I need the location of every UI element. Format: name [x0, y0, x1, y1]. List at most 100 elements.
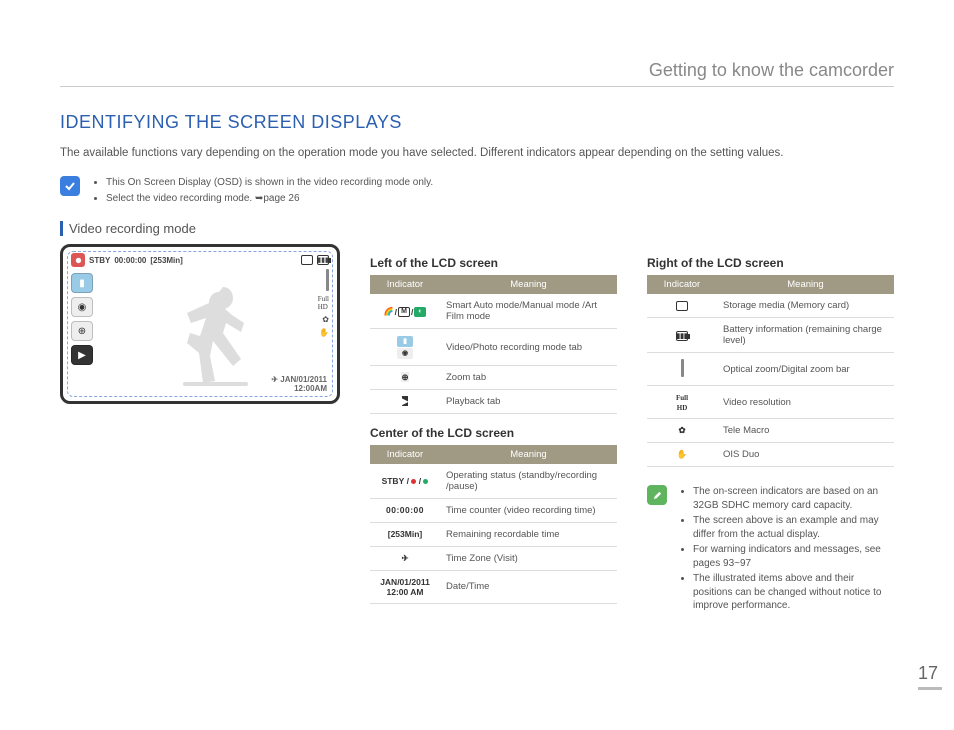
bottom-note-list: The on-screen indicators are based on an… [677, 485, 894, 615]
zoom-bar-icon [326, 269, 329, 291]
osd-left-tabs: ▮ ◉ ⊕ ▶ [71, 273, 93, 365]
manual-page: Getting to know the camcorder IDENTIFYIN… [0, 0, 954, 659]
cell-meaning: Operating status (standby/recording /pau… [440, 464, 617, 499]
osd-remaining: [253Min] [150, 256, 182, 265]
subheading: Video recording mode [60, 221, 894, 236]
photo-tab-icon: ◉ [71, 297, 93, 317]
table-row: 🌈/M/◐ Smart Auto mode/Manual mode /Art F… [370, 294, 617, 329]
th-meaning: Meaning [717, 275, 894, 294]
table-row: ✿ Tele Macro [647, 419, 894, 443]
cell-indicator: 00:00:00 [370, 498, 440, 522]
plane-icon: ✈ [401, 553, 408, 563]
page-number: 17 [918, 663, 942, 690]
cell-indicator: JAN/01/2011 12:00 AM [370, 570, 440, 603]
right-table-column: Right of the LCD screen Indicator Meanin… [647, 244, 894, 629]
zoom-tab-icon: ⊕ [71, 321, 93, 341]
cell-indicator: ▶ [370, 389, 440, 413]
cell-indicator: FullHD [647, 386, 717, 419]
top-note-item: Select the video recording mode. ➥page 2… [106, 192, 433, 206]
lcd-screen-mockup: STBY 00:00:00 [253Min] ▮ ◉ ⊕ ▶ ▮▮▮ F [60, 244, 340, 404]
cell-indicator: ✿ [647, 419, 717, 443]
table-right: Indicator Meaning Storage media (Memory … [647, 275, 894, 467]
resolution-icon: FullHD [676, 394, 688, 412]
cell-indicator: ⊕ [370, 365, 440, 389]
playback-tab-icon: ▶ [71, 345, 93, 365]
zoom-icon: ⊕ [401, 372, 408, 382]
mode-icon [71, 253, 85, 267]
top-note-item: This On Screen Display (OSD) is shown in… [106, 176, 433, 190]
flower-icon: ✿ [678, 425, 685, 435]
table-row: ▶ Playback tab [370, 389, 617, 413]
chapter-title: Getting to know the camcorder [60, 60, 894, 87]
card-icon [676, 301, 688, 311]
osd-top-row: STBY 00:00:00 [253Min] [71, 253, 183, 267]
table-title-left: Left of the LCD screen [370, 256, 617, 270]
cell-meaning: Time Zone (Visit) [440, 546, 617, 570]
cell-indicator: 🌈/M/◐ [370, 294, 440, 329]
mode-tab-icon: ▮◉ [397, 336, 413, 359]
table-row: ✋ OIS Duo [647, 443, 894, 467]
cell-meaning: Playback tab [440, 389, 617, 413]
osd-right-column: ▮▮▮ FullHD ✿ ✋ [301, 255, 329, 337]
osd-datetime: ✈ JAN/01/2011 12:00AM [271, 375, 327, 393]
video-tab-icon: ▮ [71, 273, 93, 293]
check-icon [60, 176, 80, 196]
hand-icon: ✋ [677, 449, 688, 459]
th-indicator: Indicator [647, 275, 717, 294]
battery-icon: ▮▮▮ [676, 331, 688, 341]
th-meaning: Meaning [440, 275, 617, 294]
ois-duo-icon: ✋ [319, 328, 329, 337]
cell-meaning: Battery information (remaining charge le… [717, 318, 894, 353]
table-row: ▮◉ Video/Photo recording mode tab [370, 329, 617, 366]
tele-macro-icon: ✿ [322, 315, 329, 324]
table-row: Optical zoom/Digital zoom bar [647, 353, 894, 386]
cell-indicator [647, 294, 717, 318]
table-row: JAN/01/2011 12:00 AM Date/Time [370, 570, 617, 603]
cell-meaning: Remaining recordable time [440, 522, 617, 546]
skateboarder-silhouette-icon [173, 282, 263, 392]
cell-meaning: Optical zoom/Digital zoom bar [717, 353, 894, 386]
content-columns: STBY 00:00:00 [253Min] ▮ ◉ ⊕ ▶ ▮▮▮ F [60, 244, 894, 629]
th-meaning: Meaning [440, 445, 617, 464]
cell-indicator: ▮◉ [370, 329, 440, 366]
table-row: ▮▮▮ Battery information (remaining charg… [647, 318, 894, 353]
pencil-icon [647, 485, 667, 505]
cell-meaning: Video/Photo recording mode tab [440, 329, 617, 366]
th-indicator: Indicator [370, 445, 440, 464]
cell-meaning: OIS Duo [717, 443, 894, 467]
th-indicator: Indicator [370, 275, 440, 294]
card-icon [301, 255, 313, 265]
playback-icon: ▶ [402, 396, 409, 406]
table-row: [253Min] Remaining recordable time [370, 522, 617, 546]
cell-meaning: Video resolution [717, 386, 894, 419]
osd-date: JAN/01/2011 [280, 375, 327, 384]
bottom-note-item: The on-screen indicators are based on an… [693, 485, 894, 512]
cell-indicator: ▮▮▮ [647, 318, 717, 353]
plane-icon: ✈ [271, 375, 278, 384]
cell-indicator: STBY / / [370, 464, 440, 499]
cell-meaning: Date/Time [440, 570, 617, 603]
cell-indicator: ✈ [370, 546, 440, 570]
cell-meaning: Zoom tab [440, 365, 617, 389]
cell-meaning: Storage media (Memory card) [717, 294, 894, 318]
table-title-right: Right of the LCD screen [647, 256, 894, 270]
cell-meaning: Time counter (video recording time) [440, 498, 617, 522]
resolution-icon: FullHD [318, 295, 329, 311]
table-row: STBY / / Operating status (standby/recor… [370, 464, 617, 499]
table-row: Storage media (Memory card) [647, 294, 894, 318]
battery-icon: ▮▮▮ [317, 255, 329, 265]
table-row: FullHD Video resolution [647, 386, 894, 419]
cell-meaning: Tele Macro [717, 419, 894, 443]
osd-time: 12:00AM [294, 384, 327, 393]
zoom-bar-icon [681, 359, 684, 377]
cell-indicator [647, 353, 717, 386]
intro-paragraph: The available functions vary depending o… [60, 145, 894, 162]
osd-stby-label: STBY [89, 256, 110, 265]
smart-auto-icon: 🌈/M/◐ [384, 307, 427, 317]
table-title-center: Center of the LCD screen [370, 426, 617, 440]
bottom-note-item: For warning indicators and messages, see… [693, 543, 894, 570]
lcd-column: STBY 00:00:00 [253Min] ▮ ◉ ⊕ ▶ ▮▮▮ F [60, 244, 340, 629]
left-center-tables-column: Left of the LCD screen Indicator Meaning… [370, 244, 617, 629]
cell-indicator: ✋ [647, 443, 717, 467]
cell-indicator: [253Min] [370, 522, 440, 546]
